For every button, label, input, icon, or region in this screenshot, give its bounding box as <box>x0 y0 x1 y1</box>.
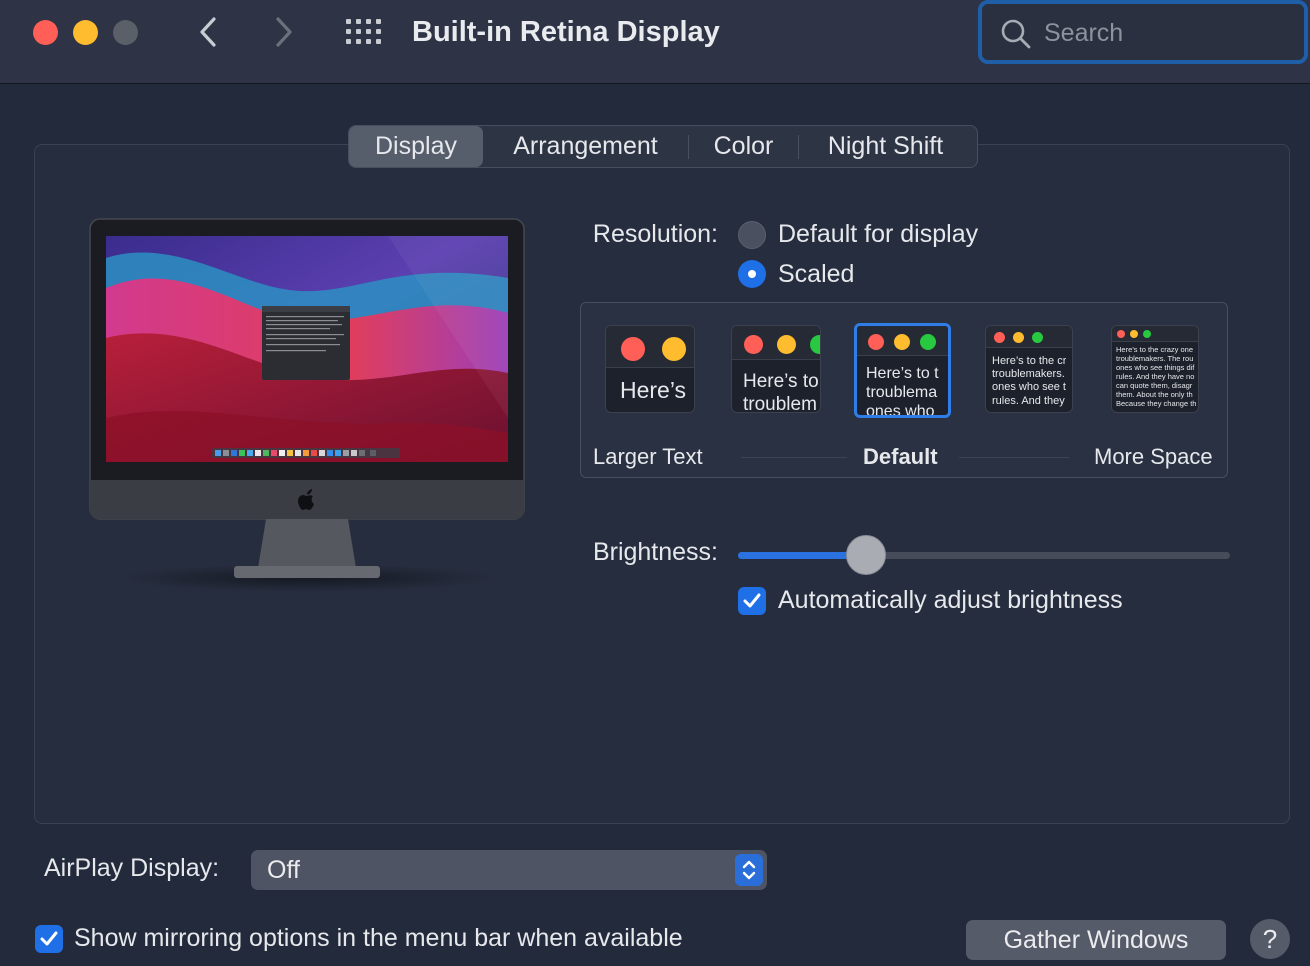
radio-default-for-display-label[interactable]: Default for display <box>778 220 978 249</box>
back-button[interactable] <box>194 14 224 50</box>
brightness-label: Brightness: <box>592 538 718 566</box>
scaled-resolution-picker: Here’s Here’s to troublem Here’s to t tr… <box>580 302 1228 478</box>
resolution-label: Resolution: <box>592 220 718 248</box>
chevron-right-icon <box>276 17 292 47</box>
tab-night-shift[interactable]: Night Shift <box>799 126 972 167</box>
brightness-slider[interactable] <box>738 535 1230 575</box>
scale-option-preview-text: Here’s to the crazy one troublemakers. T… <box>1116 345 1197 408</box>
radio-default-for-display[interactable] <box>738 221 766 249</box>
forward-button[interactable] <box>268 14 298 50</box>
title-bar: Built-in Retina Display <box>0 0 1310 84</box>
popup-arrows <box>735 854 763 886</box>
tab-arrangement[interactable]: Arrangement <box>483 126 688 167</box>
zoom-window-button[interactable] <box>113 20 138 45</box>
grid-icon <box>346 19 381 44</box>
scale-option-preview-text: Here’s <box>620 377 687 403</box>
scale-divider <box>959 457 1069 458</box>
scale-label-default: Default <box>863 444 938 469</box>
airplay-display-label: AirPlay Display: <box>44 854 220 882</box>
show-mirroring-label[interactable]: Show mirroring options in the menu bar w… <box>74 924 683 953</box>
tab-color[interactable]: Color <box>689 126 798 167</box>
auto-brightness-checkbox[interactable] <box>738 587 766 615</box>
scale-option-preview-text: Here’s to t troublema ones who <box>866 365 939 418</box>
scale-option-2[interactable]: Here’s to troublem <box>731 325 821 413</box>
airplay-display-value: Off <box>267 856 300 884</box>
radio-scaled-label[interactable]: Scaled <box>778 260 854 289</box>
help-button[interactable]: ? <box>1250 919 1290 959</box>
scale-divider <box>741 457 847 458</box>
search-icon <box>1001 19 1031 49</box>
scale-option-larger-text[interactable]: Here’s <box>605 325 695 413</box>
search-field[interactable] <box>978 0 1308 64</box>
chevron-up-down-icon <box>742 860 756 880</box>
brightness-slider-knob[interactable] <box>845 535 886 575</box>
scale-option-4[interactable]: Here’s to the cr troublemakers. ones who… <box>985 325 1073 413</box>
window-title: Built-in Retina Display <box>412 16 720 48</box>
tab-bar: Display Arrangement Color Night Shift <box>348 125 978 168</box>
radio-scaled[interactable] <box>738 260 766 288</box>
airplay-display-popup[interactable]: Off <box>251 850 767 890</box>
tab-display[interactable]: Display <box>349 126 483 167</box>
scale-label-larger-text: Larger Text <box>593 444 703 469</box>
show-mirroring-checkbox[interactable] <box>35 925 63 953</box>
gather-windows-button[interactable]: Gather Windows <box>966 920 1226 960</box>
scale-option-preview-text: Here’s to troublem <box>743 371 819 413</box>
checkmark-icon <box>40 931 58 946</box>
chevron-left-icon <box>200 17 216 47</box>
imac-image <box>89 218 525 592</box>
search-input[interactable] <box>1044 14 1284 52</box>
imac-illustration <box>88 218 526 598</box>
show-all-button[interactable] <box>344 16 384 48</box>
scale-option-default[interactable]: Here’s to t troublema ones who <box>854 323 951 418</box>
auto-brightness-label[interactable]: Automatically adjust brightness <box>778 586 1123 615</box>
scale-option-preview-text: Here’s to the cr troublemakers. ones who… <box>992 355 1067 407</box>
scale-option-more-space[interactable]: Here’s to the crazy one troublemakers. T… <box>1111 325 1199 413</box>
minimize-window-button[interactable] <box>73 20 98 45</box>
close-window-button[interactable] <box>33 20 58 45</box>
scale-label-more-space: More Space <box>1094 444 1213 469</box>
checkmark-icon <box>743 593 761 608</box>
